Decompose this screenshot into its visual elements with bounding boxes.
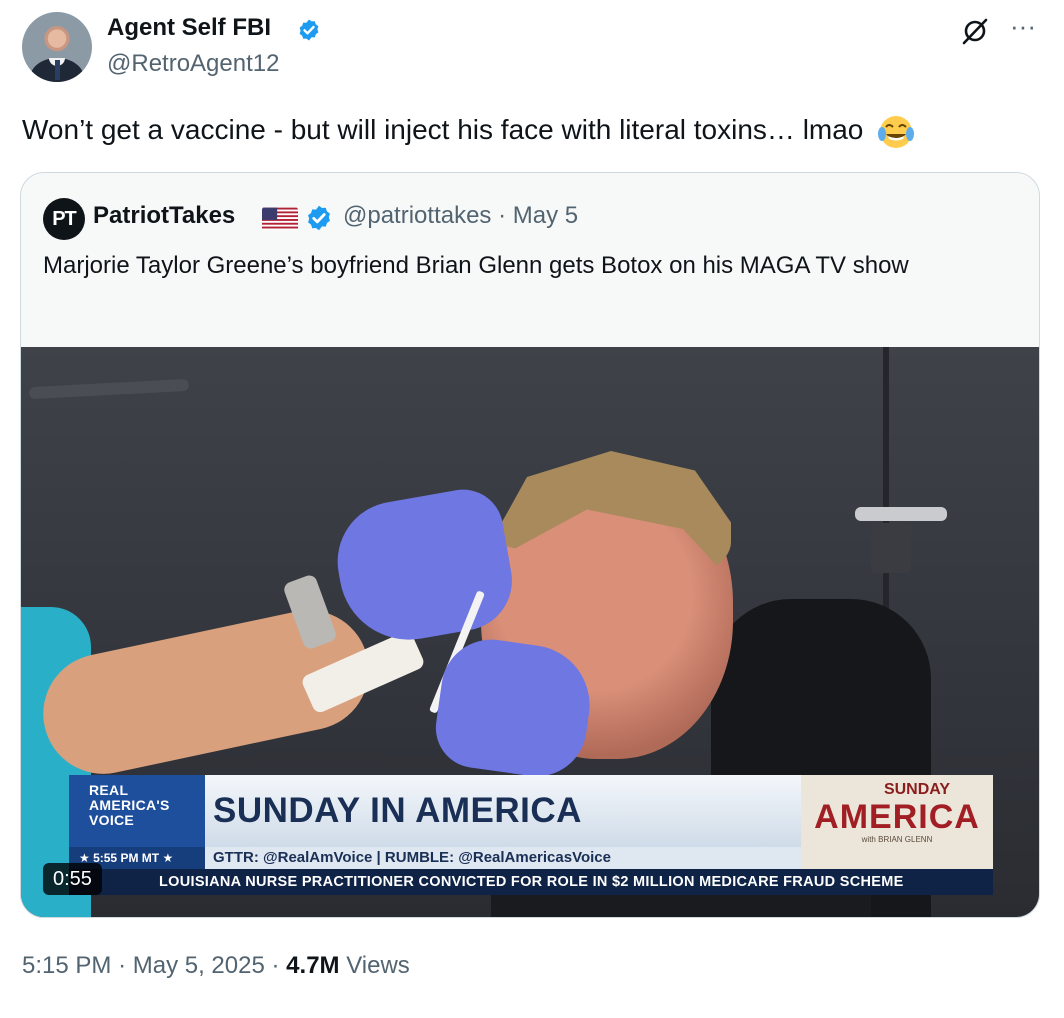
show-logo-main: AMERICA xyxy=(814,798,980,836)
tweet-text-content: Won’t get a vaccine - but will inject hi… xyxy=(22,114,864,145)
meta-separator-2: · xyxy=(271,952,280,979)
author-name[interactable]: Agent Self FBI xyxy=(107,14,271,42)
quoted-avatar[interactable]: PT xyxy=(43,198,85,240)
meta-separator: · xyxy=(118,952,127,979)
views-label[interactable]: Views xyxy=(346,952,410,979)
video-wall-fixture xyxy=(855,507,947,521)
network-logo: REAL AMERICA'S VOICE xyxy=(69,775,205,847)
tweet-meta: 5:15 PM · May 5, 2025 · 4.7M Views xyxy=(22,952,410,980)
broadcast-social: GTTR: @RealAmVoice | RUMBLE: @RealAmeric… xyxy=(205,847,801,869)
video-duration: 0:55 xyxy=(43,863,102,895)
quoted-text: Marjorie Taylor Greene’s boyfriend Brian… xyxy=(43,252,909,279)
views-count[interactable]: 4.7M xyxy=(286,952,339,979)
network-logo-line3: VOICE xyxy=(89,812,135,828)
more-icon[interactable]: ··· xyxy=(1006,12,1040,46)
news-lower-third: REAL AMERICA'S VOICE ★ 5:55 PM MT ★ SUND… xyxy=(69,775,993,895)
verified-badge-icon xyxy=(299,19,319,41)
show-logo: SUNDAY AMERICA with BRIAN GLENN xyxy=(801,775,993,869)
tweet-text: Won’t get a vaccine - but will inject hi… xyxy=(22,110,915,151)
author-avatar[interactable] xyxy=(22,12,92,82)
quoted-author-name[interactable]: PatriotTakes xyxy=(93,202,235,230)
network-logo-line2: AMERICA'S xyxy=(89,797,170,813)
network-logo-line1: REAL xyxy=(89,782,129,798)
quoted-date[interactable]: May 5 xyxy=(513,202,578,229)
quoted-separator: · xyxy=(498,202,507,229)
show-logo-small: with BRIAN GLENN xyxy=(861,835,933,844)
face-with-tears-of-joy-icon xyxy=(878,115,915,148)
quoted-handle[interactable]: @patriottakes xyxy=(343,202,491,229)
quoted-handle-date: @patriottakes · May 5 xyxy=(343,202,578,230)
quoted-tweet[interactable]: PT PatriotTakes @patriottakes · May 5 Ma… xyxy=(20,172,1040,918)
video-wall-fixture-base xyxy=(871,523,911,573)
quoted-verified-badge-icon xyxy=(308,205,330,231)
grok-icon[interactable] xyxy=(958,14,992,48)
video-light-strip xyxy=(28,378,190,400)
us-flag-icon xyxy=(262,207,298,231)
video-player[interactable]: REAL AMERICA'S VOICE ★ 5:55 PM MT ★ SUND… xyxy=(21,347,1039,917)
broadcast-headline: SUNDAY IN AMERICA xyxy=(205,775,801,847)
avatar-tie xyxy=(55,60,60,80)
tweet-time[interactable]: 5:15 PM xyxy=(22,952,111,979)
author-handle[interactable]: @RetroAgent12 xyxy=(107,50,279,78)
show-logo-top: SUNDAY xyxy=(883,781,951,798)
tweet-date[interactable]: May 5, 2025 xyxy=(133,952,265,979)
news-ticker: LOUISIANA NURSE PRACTITIONER CONVICTED F… xyxy=(69,869,993,895)
